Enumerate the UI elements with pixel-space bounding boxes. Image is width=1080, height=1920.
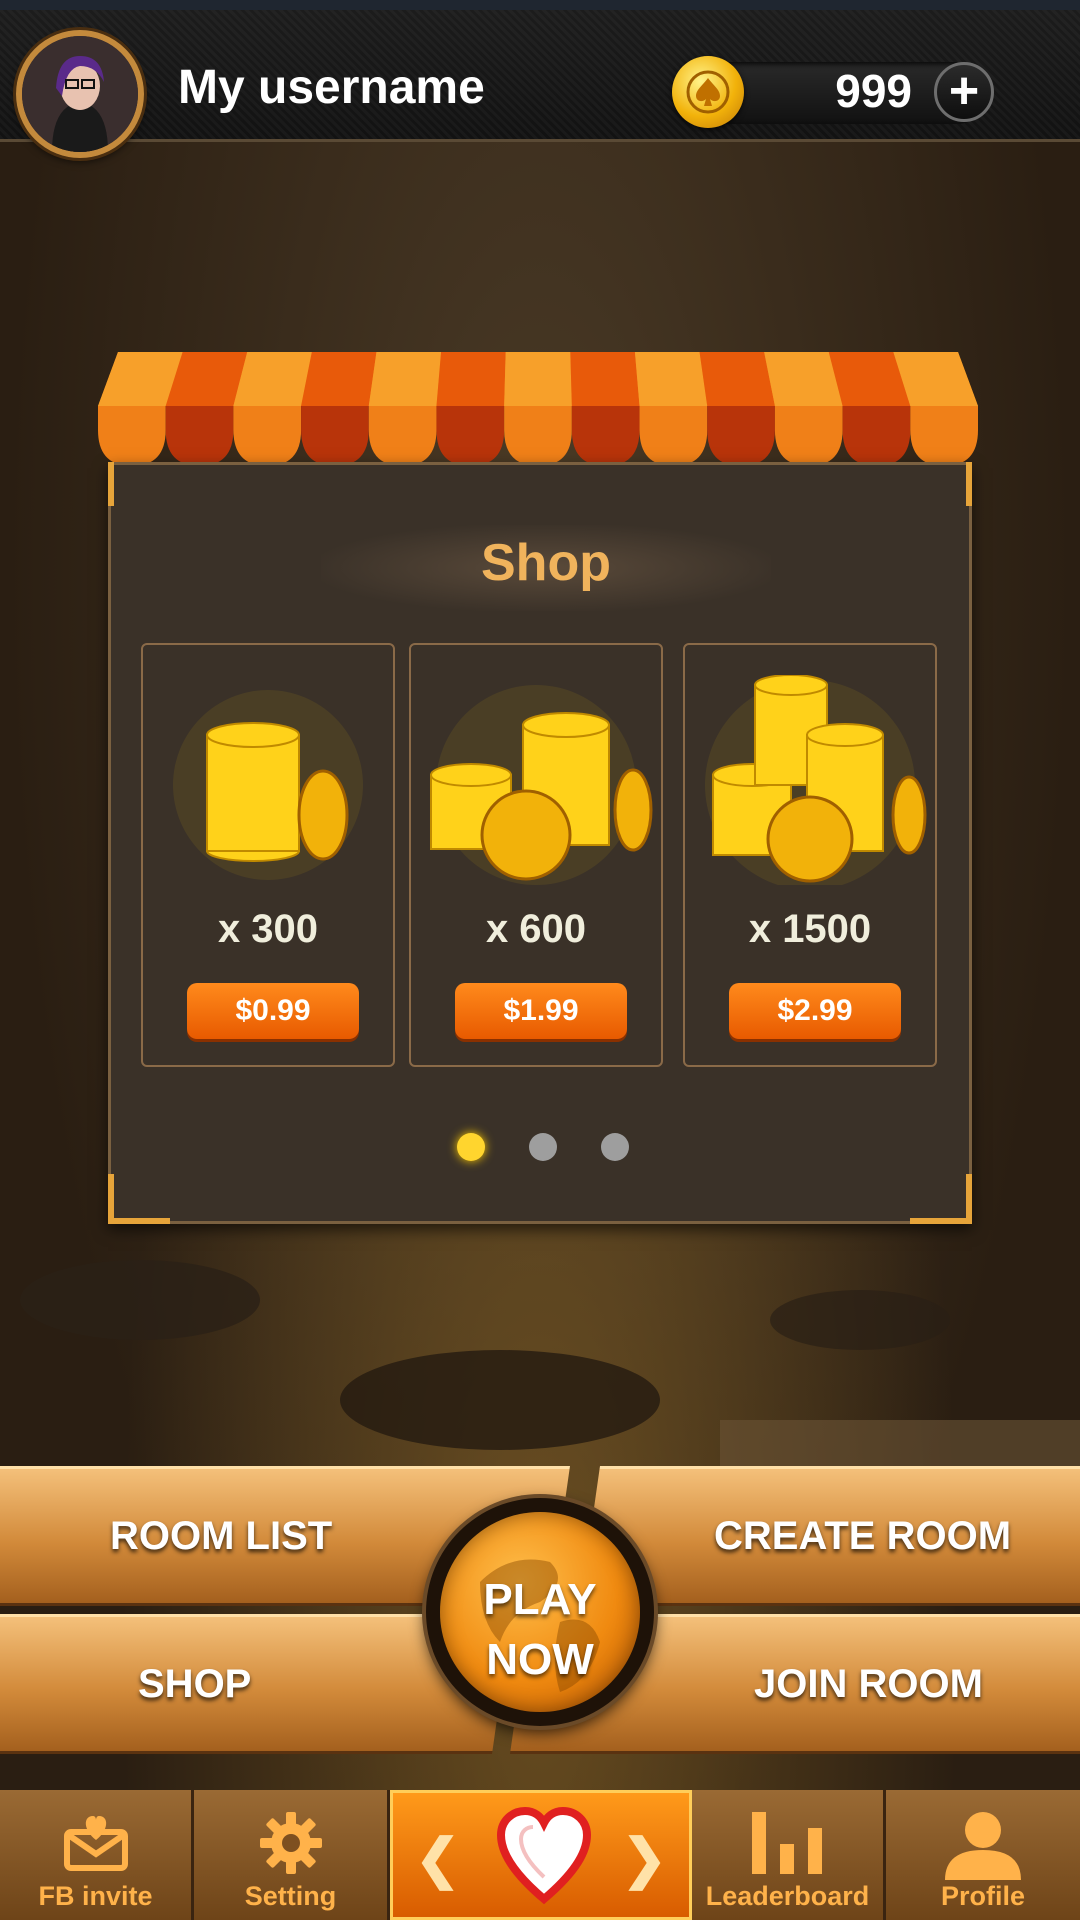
avatar-image <box>22 36 138 152</box>
play-now-line2: NOW <box>486 1635 594 1684</box>
nav-leaderboard-label: Leaderboard <box>705 1881 870 1911</box>
poker-chips-backdrop <box>20 1260 1080 1480</box>
person-icon <box>945 1812 1021 1880</box>
nav-profile[interactable]: Profile <box>886 1790 1080 1920</box>
bar-chart-icon <box>751 1812 822 1874</box>
coin-stack-icon <box>173 690 363 880</box>
globe-icon: PLAY NOW <box>440 1512 640 1712</box>
awning-stripe <box>504 352 572 406</box>
shop-awning <box>98 352 978 466</box>
gear-icon <box>259 1812 322 1874</box>
awning-scallop <box>639 406 708 466</box>
next-arrow[interactable]: ❯ <box>622 1827 667 1890</box>
nav-setting[interactable]: Setting <box>194 1790 390 1920</box>
envelope-heart-icon <box>63 1816 128 1871</box>
join-room-label: JOIN ROOM <box>754 1661 983 1706</box>
spade-coin-icon <box>672 56 744 128</box>
awning-scallop <box>368 406 437 466</box>
nav-fb-invite[interactable]: FB invite <box>0 1790 194 1920</box>
buy-button[interactable]: $1.99 <box>455 983 627 1039</box>
page-dot[interactable] <box>529 1133 557 1161</box>
awning-scallop <box>910 406 978 466</box>
awning-stripe <box>570 352 640 406</box>
awning-scallop <box>98 406 166 466</box>
awning-scallop <box>165 406 234 466</box>
coin-pack-card[interactable]: x 1500 $2.99 <box>683 643 937 1067</box>
shop-label: SHOP <box>138 1661 252 1706</box>
awning-scallop <box>301 406 369 466</box>
awning-scallop <box>774 406 843 466</box>
heart-icon <box>497 1807 591 1905</box>
awning-scallop <box>233 406 302 466</box>
coin-stack-icon <box>430 685 653 885</box>
awning-scallop <box>436 406 505 466</box>
shop-title: Shop <box>481 534 611 592</box>
buy-button[interactable]: $2.99 <box>729 983 901 1039</box>
awning-scallop <box>842 406 911 466</box>
coin-balance: 999 <box>835 65 912 117</box>
username: My username <box>178 61 485 114</box>
awning-stripe <box>634 352 708 406</box>
coin-stack-icon <box>705 675 927 885</box>
avatar[interactable] <box>16 30 144 158</box>
pack-quantity: x 300 <box>217 907 319 951</box>
play-now-line1: PLAY <box>483 1575 597 1624</box>
add-coins-button[interactable]: + <box>934 62 994 122</box>
bottom-nav: FB invite Setting ❮ ❯ Leaderboard Profil… <box>0 1790 1080 1920</box>
create-room-button[interactable]: CREATE ROOM <box>580 1466 1080 1606</box>
play-now-label: PLAY NOW <box>440 1570 640 1690</box>
awning-stripe <box>699 352 775 406</box>
coin-pack-card[interactable]: x 600 $1.99 <box>409 643 663 1067</box>
create-room-label: CREATE ROOM <box>714 1513 1012 1558</box>
panel-corner <box>910 1174 972 1224</box>
room-list-label: ROOM LIST <box>110 1513 333 1558</box>
panel-corner <box>108 1174 170 1224</box>
awning-scallop <box>571 406 640 466</box>
page-dot-active[interactable] <box>457 1133 485 1161</box>
coin-pack-card[interactable]: x 300 $0.99 <box>141 643 395 1067</box>
nav-favorites[interactable]: ❮ ❯ <box>390 1790 692 1920</box>
awning-scallop <box>707 406 775 466</box>
prev-arrow[interactable]: ❮ <box>415 1827 460 1890</box>
nav-profile-label: Profile <box>940 1881 1026 1911</box>
nav-leaderboard[interactable]: Leaderboard <box>692 1790 886 1920</box>
top-bar: My username 999 + <box>0 0 1080 158</box>
buy-button[interactable]: $0.99 <box>187 983 359 1039</box>
pack-quantity: x 600 <box>485 907 587 951</box>
awning-stripe <box>436 352 506 406</box>
pack-quantity: x 1500 <box>748 907 872 951</box>
nav-fb-invite-label: FB invite <box>38 1881 153 1911</box>
panel-corner <box>910 462 972 506</box>
page-dot[interactable] <box>601 1133 629 1161</box>
awning-stripe <box>301 352 377 406</box>
play-now-button[interactable]: PLAY NOW <box>426 1498 654 1726</box>
panel-corner <box>108 462 170 506</box>
awning-stripe <box>764 352 843 406</box>
awning-scallop <box>504 406 572 466</box>
awning-stripe <box>368 352 442 406</box>
shop-panel: Shop x 300 $0.99 x 600 $1.99 x 1500 $2.9… <box>108 462 972 1224</box>
nav-setting-label: Setting <box>244 1881 337 1911</box>
